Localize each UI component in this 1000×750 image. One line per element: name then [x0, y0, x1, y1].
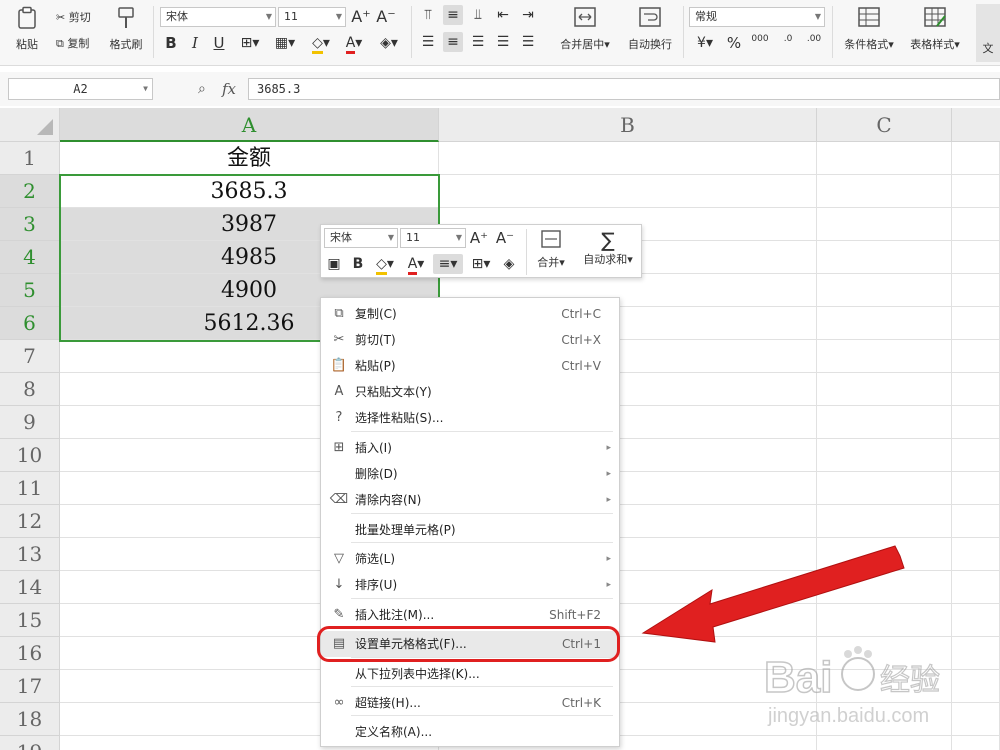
- arrow-icon: [641, 545, 905, 643]
- baidu-watermark: Bai 经验 jingyan.baidu.com: [760, 632, 1000, 732]
- watermark-logo: Bai 经验 jingyan.baidu.com: [763, 646, 941, 727]
- wm-url: jingyan.baidu.com: [767, 705, 929, 727]
- wm-suffix: 经验: [880, 663, 940, 698]
- wm-brand: Bai: [764, 653, 832, 702]
- paw-icon: [841, 657, 875, 691]
